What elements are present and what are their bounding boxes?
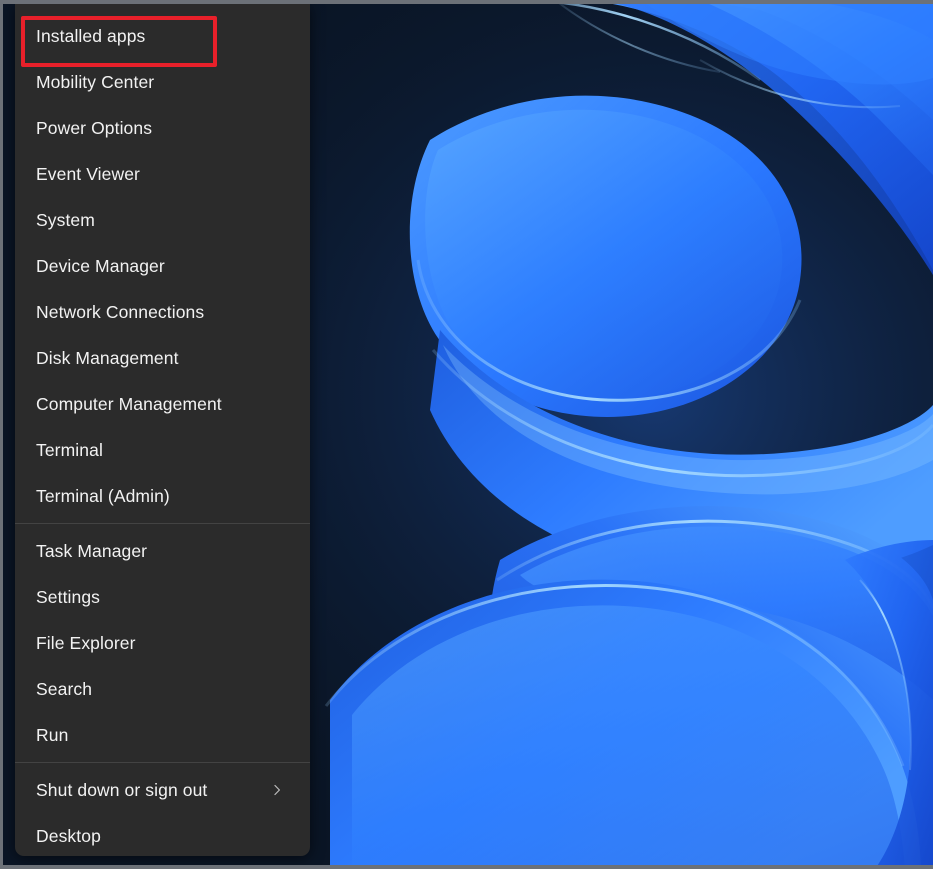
menu-separator-1 xyxy=(15,523,310,524)
menu-item-settings[interactable]: Settings xyxy=(15,574,310,620)
menu-item-run[interactable]: Run xyxy=(15,712,310,758)
menu-item-label: System xyxy=(36,209,95,230)
menu-item-label: Disk Management xyxy=(36,347,179,368)
screen-bottom-edge xyxy=(0,865,933,869)
menu-item-label: Desktop xyxy=(36,825,101,846)
menu-item-mobility-center[interactable]: Mobility Center xyxy=(15,59,310,105)
menu-item-label: Search xyxy=(36,678,93,699)
menu-item-label: Terminal (Admin) xyxy=(36,485,170,506)
menu-item-disk-management[interactable]: Disk Management xyxy=(15,335,310,381)
menu-item-desktop[interactable]: Desktop xyxy=(15,813,310,859)
menu-item-label: Run xyxy=(36,724,69,745)
menu-item-event-viewer[interactable]: Event Viewer xyxy=(15,151,310,197)
menu-item-label: Event Viewer xyxy=(36,163,140,184)
chevron-right-icon xyxy=(270,783,284,797)
menu-item-label: Task Manager xyxy=(36,540,148,561)
menu-item-power-options[interactable]: Power Options xyxy=(15,105,310,151)
menu-item-task-manager[interactable]: Task Manager xyxy=(15,528,310,574)
menu-item-terminal[interactable]: Terminal xyxy=(15,427,310,473)
menu-item-system[interactable]: System xyxy=(15,197,310,243)
menu-item-label: Installed apps xyxy=(36,25,146,46)
menu-group-system: Task Manager Settings File Explorer Sear… xyxy=(15,528,310,758)
menu-group-tools: Installed apps Mobility Center Power Opt… xyxy=(15,13,310,519)
menu-item-label: Network Connections xyxy=(36,301,205,322)
menu-item-shut-down-or-sign-out[interactable]: Shut down or sign out xyxy=(15,767,310,813)
menu-item-file-explorer[interactable]: File Explorer xyxy=(15,620,310,666)
menu-item-label: Mobility Center xyxy=(36,71,155,92)
menu-item-label: Terminal xyxy=(36,439,103,460)
screen-top-edge xyxy=(0,0,933,4)
menu-separator-2 xyxy=(15,762,310,763)
menu-item-label: Computer Management xyxy=(36,393,222,414)
menu-item-computer-management[interactable]: Computer Management xyxy=(15,381,310,427)
screen-left-edge xyxy=(0,0,3,869)
power-user-menu[interactable]: Installed apps Mobility Center Power Opt… xyxy=(15,4,310,856)
menu-item-device-manager[interactable]: Device Manager xyxy=(15,243,310,289)
menu-item-terminal-admin[interactable]: Terminal (Admin) xyxy=(15,473,310,519)
menu-item-label: Shut down or sign out xyxy=(36,779,208,800)
menu-item-search[interactable]: Search xyxy=(15,666,310,712)
screen: Installed apps Mobility Center Power Opt… xyxy=(0,0,933,869)
menu-item-network-connections[interactable]: Network Connections xyxy=(15,289,310,335)
menu-item-label: Device Manager xyxy=(36,255,165,276)
menu-item-installed-apps[interactable]: Installed apps xyxy=(15,13,310,59)
menu-group-session: Shut down or sign out Desktop xyxy=(15,767,310,859)
menu-item-label: File Explorer xyxy=(36,632,136,653)
menu-item-label: Settings xyxy=(36,586,101,607)
menu-item-label: Power Options xyxy=(36,117,153,138)
